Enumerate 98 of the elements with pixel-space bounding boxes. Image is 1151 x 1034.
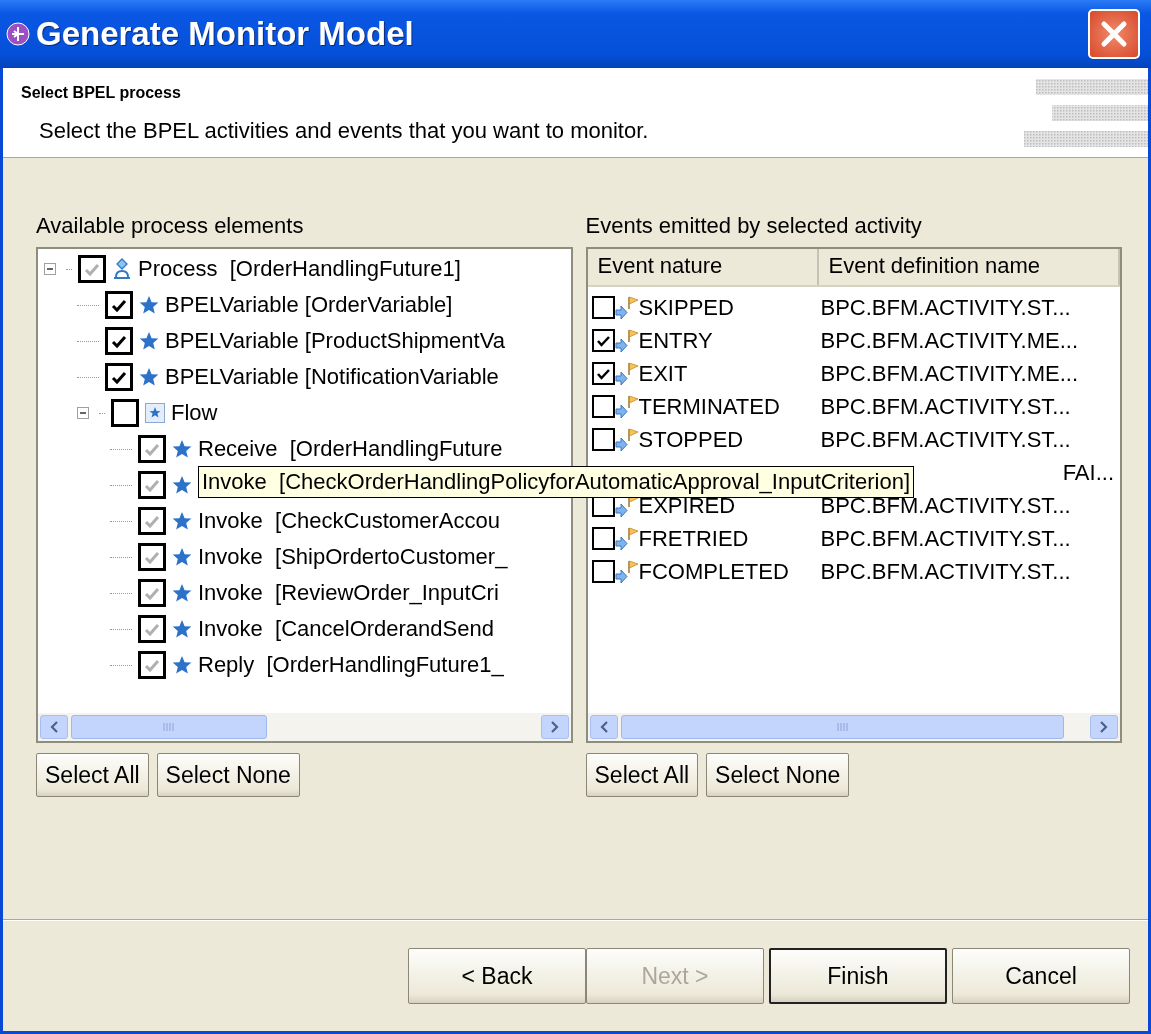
- select-all-button[interactable]: Select All: [36, 753, 149, 797]
- checkbox[interactable]: [591, 428, 615, 451]
- window-title: Generate Monitor Model: [36, 15, 415, 53]
- tooltip: Invoke [CheckOrderHandlingPolicyforAutomaticApproval_InputCriterion]: [198, 466, 914, 498]
- grip-icon: [836, 722, 848, 732]
- table-cell: EXIT: [638, 360, 688, 387]
- table-cell: ENTRY: [638, 327, 713, 354]
- tree-item[interactable]: Receive [OrderHandlingFuture: [198, 436, 503, 462]
- table-cell: BPC.BFM.ACTIVITY.ST...: [820, 426, 1071, 452]
- checkbox[interactable]: [138, 435, 166, 463]
- minus-icon: [46, 265, 54, 273]
- star-icon: [172, 439, 192, 459]
- scrollbar-thumb[interactable]: [71, 715, 267, 739]
- event-icon: [614, 361, 639, 386]
- checkbox[interactable]: [105, 327, 133, 355]
- table-cell: BPC.BFM.ACTIVITY.ST...: [820, 558, 1071, 584]
- select-none-button[interactable]: Select None: [156, 753, 300, 797]
- cancel-button[interactable]: Cancel: [952, 948, 1130, 1004]
- page-title: Select BPEL process: [21, 84, 182, 102]
- checkbox[interactable]: [138, 651, 166, 679]
- event-icon: [614, 328, 639, 353]
- scroll-left-button[interactable]: [589, 715, 618, 739]
- star-icon: [172, 619, 192, 639]
- star-icon: [172, 655, 192, 675]
- close-button[interactable]: [1088, 9, 1140, 59]
- select-none-button[interactable]: Select None: [706, 753, 850, 797]
- star-icon: [172, 547, 192, 567]
- table-cell: FRETRIED: [638, 525, 749, 552]
- event-icon: [614, 295, 639, 320]
- checkbox[interactable]: [105, 291, 133, 319]
- select-all-button[interactable]: Select All: [585, 753, 699, 797]
- column-header[interactable]: Event definition name: [818, 249, 1120, 285]
- person-icon: [112, 258, 132, 280]
- star-icon: [139, 331, 159, 351]
- collapse-toggle[interactable]: [77, 407, 89, 419]
- event-icon: [614, 526, 639, 551]
- star-icon: [139, 367, 159, 387]
- close-icon: [1100, 20, 1128, 48]
- tree-item[interactable]: BPELVariable [OrderVariable]: [165, 292, 453, 318]
- tree-item[interactable]: Invoke [CancelOrderandSend: [198, 616, 494, 642]
- checkbox[interactable]: [591, 296, 615, 319]
- scroll-right-button[interactable]: [540, 715, 569, 739]
- scroll-right-button[interactable]: [1090, 715, 1118, 739]
- app-icon: [6, 22, 30, 46]
- checkbox[interactable]: [138, 615, 166, 643]
- checkbox[interactable]: [138, 543, 166, 571]
- chevron-left-icon: [49, 721, 59, 733]
- minus-icon: [79, 409, 87, 417]
- tree-item[interactable]: Reply [OrderHandlingFuture1_: [198, 652, 504, 678]
- checkbox[interactable]: [111, 399, 139, 427]
- flow-icon: [145, 403, 165, 423]
- star-icon: [172, 475, 192, 495]
- table-cell: FCOMPLETED: [638, 558, 789, 585]
- finish-button[interactable]: Finish: [769, 948, 947, 1004]
- chevron-right-icon: [1099, 721, 1109, 733]
- table-cell: BPC.BFM.ACTIVITY.ST...: [820, 525, 1071, 551]
- star-icon: [172, 583, 192, 603]
- panel-label: Events emitted by selected activity: [585, 213, 923, 239]
- checkbox[interactable]: [591, 560, 615, 583]
- table-cell: BPC.BFM.ACTIVITY.ME...: [820, 360, 1079, 386]
- table-cell: BPC.BFM.ACTIVITY.ME...: [820, 327, 1079, 353]
- scroll-left-button[interactable]: [40, 715, 68, 739]
- table-cell: FAI...: [1062, 459, 1114, 485]
- checkbox[interactable]: [138, 507, 166, 535]
- tree-item[interactable]: Process [OrderHandlingFuture1]: [138, 256, 461, 282]
- scrollbar-thumb[interactable]: [620, 715, 1064, 739]
- tree-item[interactable]: Invoke [CheckCustomerAccou: [198, 508, 501, 534]
- table-cell: STOPPED: [638, 426, 744, 453]
- checkbox[interactable]: [138, 471, 166, 499]
- checkbox[interactable]: [591, 362, 615, 385]
- event-icon: [614, 394, 639, 419]
- table-cell: TERMINATED: [638, 393, 780, 420]
- tree-item[interactable]: BPELVariable [NotificationVariable: [165, 364, 499, 390]
- checkbox[interactable]: [138, 579, 166, 607]
- table-cell: BPC.BFM.ACTIVITY.ST...: [820, 393, 1071, 419]
- star-icon: [139, 295, 159, 315]
- checkbox[interactable]: [78, 255, 106, 283]
- event-icon: [614, 427, 639, 452]
- checkbox[interactable]: [591, 395, 615, 418]
- chevron-right-icon: [549, 721, 560, 733]
- panel-label: Available process elements: [36, 213, 305, 239]
- collapse-toggle[interactable]: [44, 263, 56, 275]
- column-header[interactable]: Event nature: [587, 249, 819, 285]
- chevron-left-icon: [598, 721, 609, 733]
- page-description: Select the BPEL activities and events that you want to monitor.: [38, 118, 650, 144]
- tree-item[interactable]: BPELVariable [ProductShipmentVa: [165, 328, 505, 354]
- event-icon: [614, 559, 639, 584]
- grip-icon: [163, 722, 175, 732]
- table-cell: BPC.BFM.ACTIVITY.ST...: [820, 294, 1071, 320]
- tree-item[interactable]: Invoke [ShipOrdertoCustomer_: [198, 544, 508, 570]
- star-icon: [172, 511, 192, 531]
- table-cell: SKIPPED: [638, 294, 734, 321]
- tree-item[interactable]: Invoke [ReviewOrder_InputCri: [198, 580, 499, 606]
- checkbox[interactable]: [591, 527, 615, 550]
- tree-item[interactable]: Flow: [171, 400, 218, 426]
- checkbox[interactable]: [591, 329, 615, 352]
- back-button[interactable]: < Back: [408, 948, 586, 1004]
- checkbox[interactable]: [105, 363, 133, 391]
